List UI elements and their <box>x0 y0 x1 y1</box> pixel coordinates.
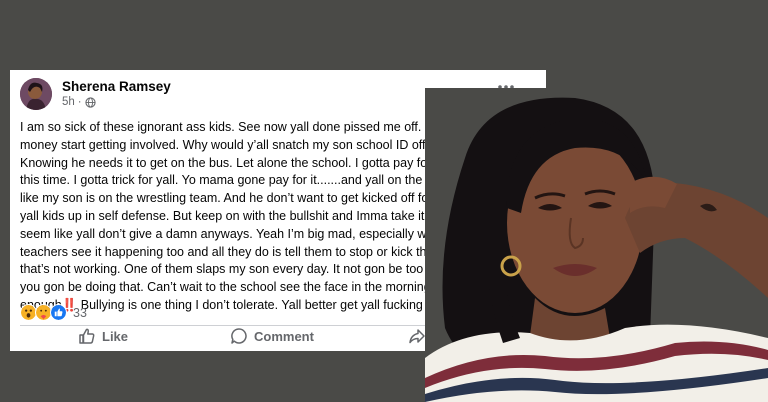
dot-separator: · <box>77 95 82 108</box>
post-time-label: 5h <box>62 95 75 108</box>
comment-icon <box>231 328 247 344</box>
comment-button[interactable]: Comment <box>230 327 314 345</box>
comment-label: Comment <box>254 328 314 344</box>
avatar[interactable] <box>20 78 52 110</box>
like-button[interactable]: Like <box>78 327 128 345</box>
author-name[interactable]: Sherena Ramsey <box>62 79 171 95</box>
like-reaction-icon <box>50 304 67 321</box>
reaction-count[interactable]: 33 <box>73 306 87 320</box>
post-header: Sherena Ramsey 5h · <box>20 78 171 110</box>
share-button[interactable] <box>408 327 426 345</box>
like-icon <box>79 328 95 344</box>
globe-icon <box>85 96 96 108</box>
like-label: Like <box>102 328 129 344</box>
share-icon <box>409 329 425 344</box>
post-time[interactable]: 5h · <box>62 95 171 110</box>
woman-portrait-photo <box>425 88 768 402</box>
author-meta: Sherena Ramsey 5h · <box>62 79 171 110</box>
reaction-summary[interactable]: 33 <box>20 304 87 321</box>
